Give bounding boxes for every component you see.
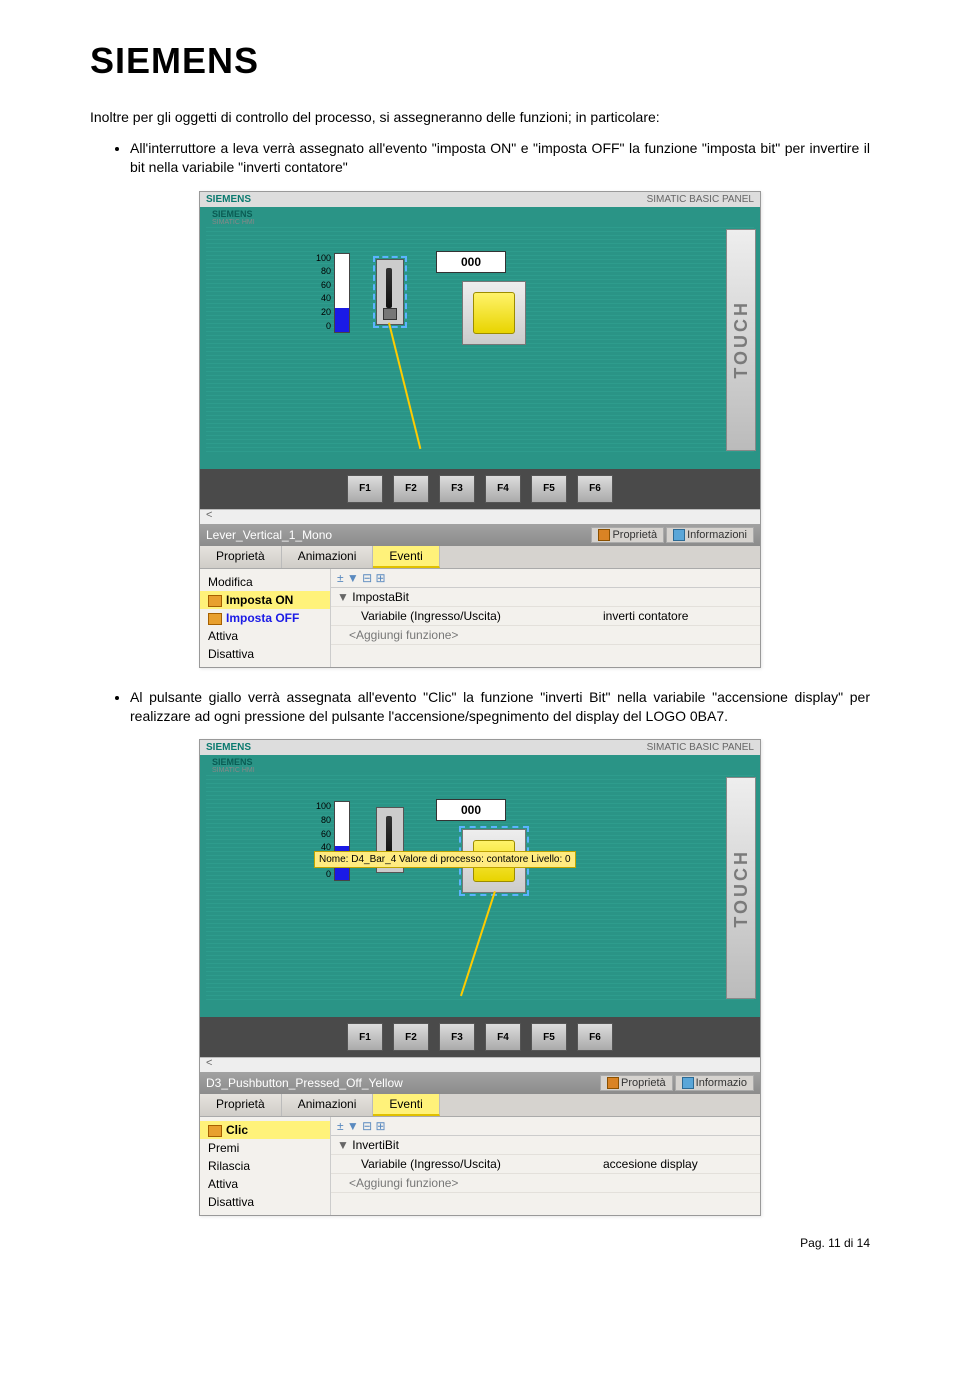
event-rilascia[interactable]: Rilascia — [200, 1157, 330, 1175]
subtab-animazioni[interactable]: Animazioni — [282, 546, 374, 568]
f2-key[interactable]: F2 — [393, 475, 429, 503]
subtab-proprieta[interactable]: Proprietà — [200, 546, 282, 568]
properties-inspector-tab[interactable]: Proprietà — [600, 1075, 673, 1091]
function-key-row: F1 F2 F3 F4 F5 F6 — [200, 1017, 760, 1057]
f1-key[interactable]: F1 — [347, 1023, 383, 1051]
subtab-proprieta[interactable]: Proprietà — [200, 1094, 282, 1116]
callout-arrow — [388, 322, 421, 449]
event-premi[interactable]: Premi — [200, 1139, 330, 1157]
object-tooltip: Nome: D4_Bar_4 Valore di processo: conta… — [314, 851, 576, 868]
hmi-siemens-label: SIEMENS — [212, 757, 253, 767]
info-inspector-tab[interactable]: Informazio — [675, 1075, 754, 1091]
events-list: Modifica Imposta ON Imposta OFF Attiva D… — [200, 569, 331, 667]
bullet-1: All'interruttore a leva verrà assegnato … — [130, 139, 870, 177]
subtab-eventi[interactable]: Eventi — [373, 546, 439, 568]
event-toolbar[interactable]: ± ▼ ⊟ ⊞ — [331, 1117, 760, 1136]
lever-switch[interactable] — [376, 259, 404, 325]
intro-paragraph: Inoltre per gli oggetti di controllo del… — [90, 108, 870, 127]
f4-key[interactable]: F4 — [485, 475, 521, 503]
event-imposta-on[interactable]: Imposta ON — [200, 591, 330, 609]
panel-brand: SIEMENS — [206, 742, 647, 753]
screenshot-1: SIEMENS SIMATIC BASIC PANEL SIEMENS SIMA… — [199, 191, 761, 668]
event-disattiva[interactable]: Disattiva — [200, 645, 330, 663]
event-attiva[interactable]: Attiva — [200, 1175, 330, 1193]
function-table: ▼ InvertiBit Variabile (Ingresso/Uscita)… — [331, 1136, 760, 1193]
event-imposta-off[interactable]: Imposta OFF — [200, 609, 330, 627]
subtab-eventi[interactable]: Eventi — [373, 1094, 439, 1116]
properties-inspector-tab[interactable]: Proprietà — [591, 527, 664, 543]
f5-key[interactable]: F5 — [531, 1023, 567, 1051]
f5-key[interactable]: F5 — [531, 475, 567, 503]
bargraph — [334, 253, 350, 333]
bargraph — [334, 801, 350, 881]
touch-bezel: TOUCH — [726, 777, 756, 999]
f2-key[interactable]: F2 — [393, 1023, 429, 1051]
panel-product: SIMATIC BASIC PANEL — [647, 194, 754, 205]
f4-key[interactable]: F4 — [485, 1023, 521, 1051]
f3-key[interactable]: F3 — [439, 475, 475, 503]
hmi-siemens-label: SIEMENS — [212, 209, 253, 219]
f6-key[interactable]: F6 — [577, 475, 613, 503]
siemens-logo: SIEMENS — [90, 40, 870, 82]
numeric-display: 000 — [436, 799, 506, 821]
events-list: Clic Premi Rilascia Attiva Disattiva — [200, 1117, 331, 1215]
event-disattiva[interactable]: Disattiva — [200, 1193, 330, 1211]
bargraph-ticks: 100806040200 — [316, 253, 331, 331]
function-key-row: F1 F2 F3 F4 F5 F6 — [200, 469, 760, 509]
f3-key[interactable]: F3 — [439, 1023, 475, 1051]
horizontal-scrollbar[interactable] — [200, 509, 760, 524]
info-inspector-tab[interactable]: Informazioni — [666, 527, 754, 543]
page-footer: Pag. 11 di 14 — [90, 1236, 870, 1250]
event-attiva[interactable]: Attiva — [200, 627, 330, 645]
numeric-display: 000 — [436, 251, 506, 273]
event-clic[interactable]: Clic — [200, 1121, 330, 1139]
callout-arrow — [460, 891, 496, 996]
function-table: ▼ ImpostaBit Variabile (Ingresso/Uscita)… — [331, 588, 760, 645]
bullet-2: Al pulsante giallo verrà assegnata all'e… — [130, 688, 870, 726]
f6-key[interactable]: F6 — [577, 1023, 613, 1051]
selected-object-name: D3_Pushbutton_Pressed_Off_Yellow — [206, 1076, 600, 1090]
event-modifica[interactable]: Modifica — [200, 573, 330, 591]
panel-product: SIMATIC BASIC PANEL — [647, 742, 754, 753]
screenshot-2: SIEMENS SIMATIC BASIC PANEL SIEMENS SIMA… — [199, 739, 761, 1216]
horizontal-scrollbar[interactable] — [200, 1057, 760, 1072]
f1-key[interactable]: F1 — [347, 475, 383, 503]
subtab-animazioni[interactable]: Animazioni — [282, 1094, 374, 1116]
touch-bezel: TOUCH — [726, 229, 756, 451]
event-toolbar[interactable]: ± ▼ ⊟ ⊞ — [331, 569, 760, 588]
selected-object-name: Lever_Vertical_1_Mono — [206, 528, 591, 542]
panel-brand: SIEMENS — [206, 194, 647, 205]
yellow-pushbutton[interactable] — [462, 281, 526, 345]
